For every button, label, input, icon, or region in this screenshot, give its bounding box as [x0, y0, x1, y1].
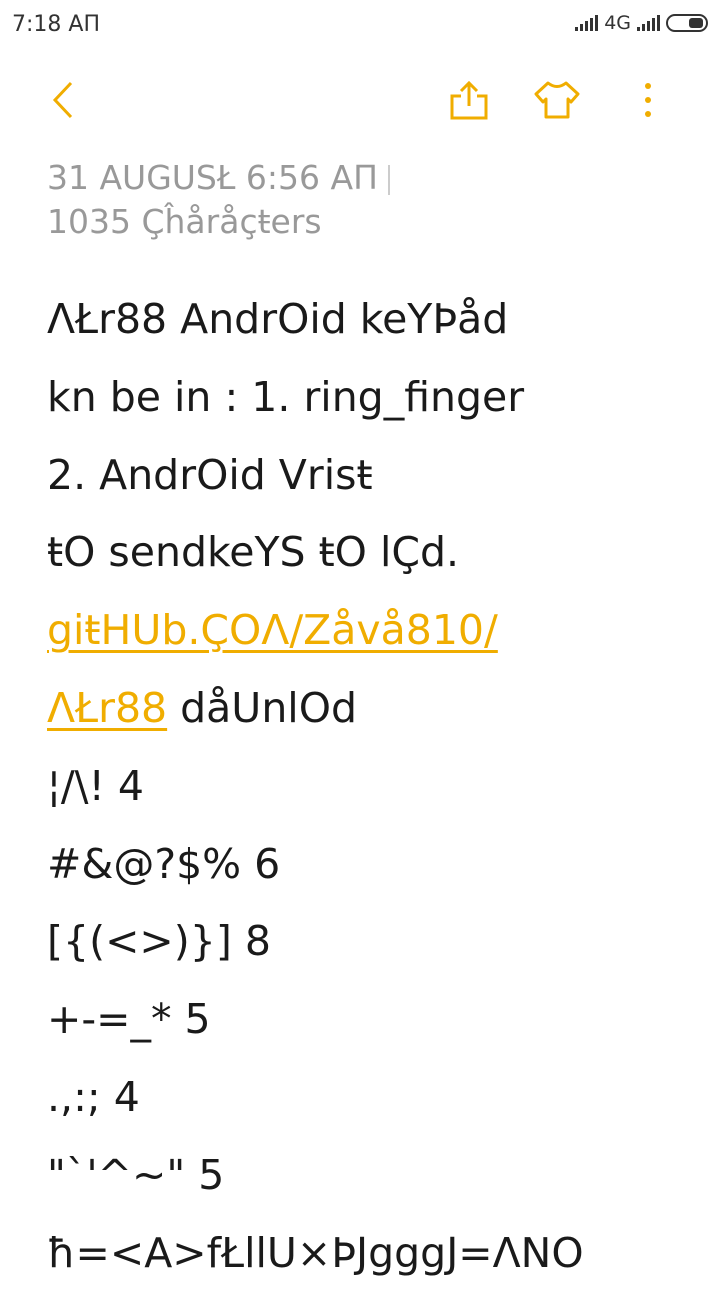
shirt-icon — [534, 81, 580, 119]
note-line: +-=_* 5 — [47, 995, 211, 1044]
note-line: ΛŁr88 AndrOid keYÞåd — [47, 295, 509, 343]
network-type: 4G — [604, 12, 631, 34]
character-count: 1035 Çĥåråçŧers — [47, 202, 322, 241]
note-line: ΛŁr88 dåUnlOd — [47, 670, 707, 748]
toolbar — [0, 70, 720, 130]
theme-button[interactable] — [527, 70, 587, 130]
note-line: ŧO sendkeYS ŧO lÇd. — [47, 528, 460, 577]
note-meta: 31 AUGUSŁ 6:56 AΠ 1035 Çĥåråçŧers — [47, 156, 390, 244]
note-line: .,:; 4 — [47, 1072, 140, 1121]
status-bar: 7:18 AΠ 4G — [0, 0, 720, 50]
note-line: giŧHUb.ÇOΛ/Zåvå810/ — [47, 592, 707, 670]
note-date: 31 AUGUSŁ 6:56 AΠ — [47, 158, 378, 197]
more-button[interactable] — [618, 70, 678, 130]
note-body[interactable]: ΛŁr88 AndrOid keYÞåd kn be in : 1. ring_… — [47, 281, 707, 1292]
share-button[interactable] — [439, 70, 499, 130]
note-text: dåUnlOd — [167, 683, 357, 732]
signal-icon-2 — [637, 15, 660, 31]
signal-icon — [575, 15, 599, 31]
github-link[interactable]: giŧHUb.ÇOΛ/Zåvå810/ — [47, 606, 498, 654]
note-line: 2. AndrOid Vrisŧ — [47, 450, 373, 499]
note-line: ¦/\! 4 — [47, 761, 144, 810]
note-line: #&@?$% 6 — [47, 839, 281, 888]
github-link-continued[interactable]: ΛŁr88 — [47, 684, 167, 732]
note-line: "`'^~" 5 — [47, 1150, 225, 1199]
more-vertical-icon — [645, 83, 651, 117]
divider — [387, 164, 390, 195]
chevron-left-icon — [52, 81, 73, 119]
note-line: [{(<>)}] 8 — [47, 917, 271, 966]
battery-icon — [666, 14, 708, 32]
status-time: 7:18 AΠ — [12, 12, 100, 37]
back-button[interactable] — [34, 70, 94, 130]
share-icon — [450, 80, 488, 120]
note-line: ħ=<A>fŁllU×ÞJgggJ=ΛNO — [47, 1228, 584, 1277]
note-line: kn be in : 1. ring_finger — [47, 372, 525, 421]
